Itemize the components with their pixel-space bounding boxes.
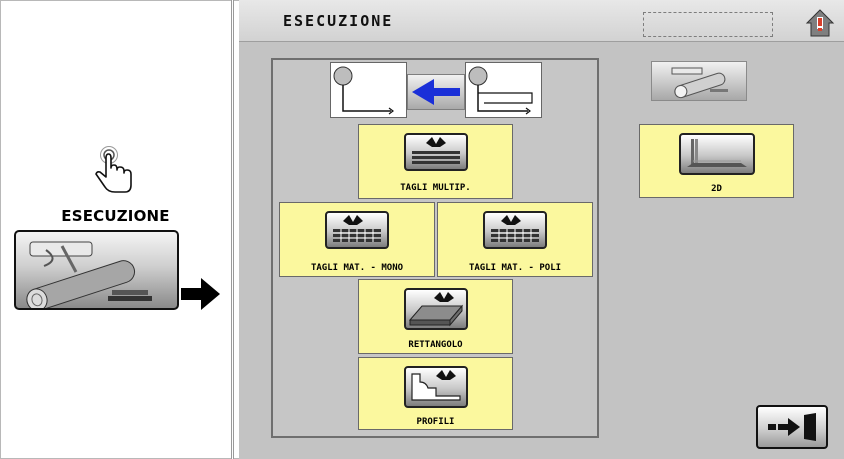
saw-tool-icon: [671, 67, 728, 99]
left-arrow-icon: [412, 79, 460, 105]
mode-multi-icon[interactable]: [465, 62, 542, 118]
matrix-cut-poli-icon: [483, 211, 547, 249]
status-field: [643, 12, 773, 37]
2d-label: 2D: [711, 184, 722, 194]
swap-mode-button[interactable]: [407, 74, 465, 110]
esecuzione-icon: [26, 241, 152, 308]
machine-screen: ESECUZIONE TAGLI MULTIP. TAGLI MAT. - MO…: [239, 0, 844, 459]
rettangolo-button[interactable]: RETTANGOLO: [358, 279, 513, 354]
rettangolo-label: RETTANGOLO: [408, 340, 463, 350]
multi-cut-icon: [403, 133, 468, 171]
tagli-mat-mono-label: TAGLI MAT. - MONO: [310, 263, 404, 273]
pointing-hand-icon: [86, 144, 142, 200]
mode-single-icon[interactable]: [330, 62, 407, 118]
matrix-cut-mono-icon: [325, 211, 389, 249]
profili-button[interactable]: PROFILI: [358, 357, 513, 430]
profili-label: PROFILI: [416, 417, 455, 427]
tagli-multip-button[interactable]: TAGLI MULTIP.: [358, 124, 513, 199]
saw-tool-button[interactable]: [651, 61, 747, 101]
exit-door-icon: [768, 413, 816, 441]
tagli-multip-label: TAGLI MULTIP.: [400, 183, 471, 193]
right-arrow-icon: [181, 276, 221, 312]
title-bar: ESECUZIONE: [239, 0, 844, 42]
tagli-mat-poli-button[interactable]: TAGLI MAT. - POLI: [437, 202, 593, 277]
2d-mode-icon: [678, 133, 755, 175]
screen-title: ESECUZIONE: [283, 12, 394, 30]
tagli-mat-mono-button[interactable]: TAGLI MAT. - MONO: [279, 202, 435, 277]
tagli-mat-poli-label: TAGLI MAT. - POLI: [468, 263, 562, 273]
2d-button[interactable]: 2D: [639, 124, 794, 198]
esecuzione-label: ESECUZIONE: [61, 207, 170, 225]
exit-button[interactable]: [756, 405, 828, 449]
profile-cut-icon: [403, 366, 468, 408]
rectangle-cut-icon: [403, 288, 468, 330]
panel-divider: [231, 0, 234, 459]
home-icon[interactable]: [805, 8, 835, 38]
esecuzione-button: [14, 230, 179, 310]
